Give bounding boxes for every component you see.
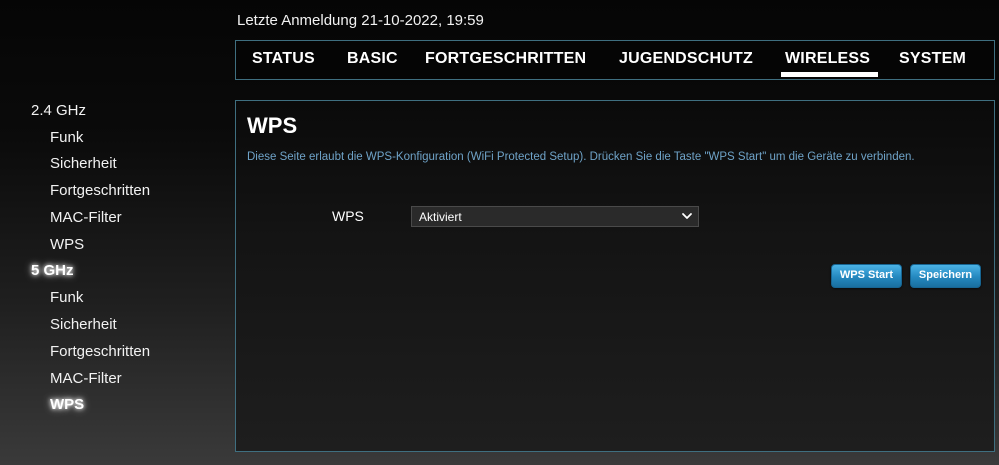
page-title: WPS — [247, 113, 298, 138]
chevron-down-icon — [680, 208, 694, 225]
sidebar-item-24-funk[interactable]: Funk — [50, 129, 83, 146]
wps-start-button[interactable]: WPS Start — [831, 264, 902, 288]
save-button[interactable]: Speichern — [910, 264, 981, 288]
tab-jugendschutz[interactable]: JUGENDSCHUTZ — [619, 50, 753, 68]
sidebar-item-24-mac-filter[interactable]: MAC-Filter — [50, 209, 122, 226]
sidebar-band-24ghz[interactable]: 2.4 GHz — [31, 102, 86, 119]
last-login-text: Letzte Anmeldung 21-10-2022, 19:59 — [237, 12, 484, 29]
wps-panel: WPS Diese Seite erlaubt die WPS-Konfigur… — [235, 100, 995, 452]
sidebar-band-5ghz[interactable]: 5 GHz — [31, 262, 74, 279]
tab-system[interactable]: SYSTEM — [899, 50, 966, 68]
sidebar-item-24-sicherheit[interactable]: Sicherheit — [50, 155, 117, 172]
tab-status[interactable]: STATUS — [252, 50, 315, 68]
sidebar-item-5-sicherheit[interactable]: Sicherheit — [50, 316, 117, 333]
wps-select-value: Aktiviert — [419, 210, 462, 224]
sidebar-item-5-fortgeschritten[interactable]: Fortgeschritten — [50, 343, 150, 360]
tab-basic[interactable]: BASIC — [347, 50, 398, 68]
sidebar-item-5-funk[interactable]: Funk — [50, 289, 83, 306]
wps-field-label: WPS — [332, 208, 364, 224]
sidebar-item-24-wps[interactable]: WPS — [50, 236, 84, 253]
wps-select[interactable]: Aktiviert — [411, 206, 699, 227]
page-description: Diese Seite erlaubt die WPS-Konfiguratio… — [247, 151, 915, 163]
tab-fortgeschritten[interactable]: FORTGESCHRITTEN — [425, 50, 586, 68]
top-navigation: STATUS BASIC FORTGESCHRITTEN JUGENDSCHUT… — [235, 40, 995, 80]
sidebar-item-5-mac-filter[interactable]: MAC-Filter — [50, 370, 122, 387]
sidebar-item-24-fortgeschritten[interactable]: Fortgeschritten — [50, 182, 150, 199]
tab-wireless[interactable]: WIRELESS — [780, 50, 879, 77]
sidebar-item-5-wps[interactable]: WPS — [50, 396, 84, 413]
